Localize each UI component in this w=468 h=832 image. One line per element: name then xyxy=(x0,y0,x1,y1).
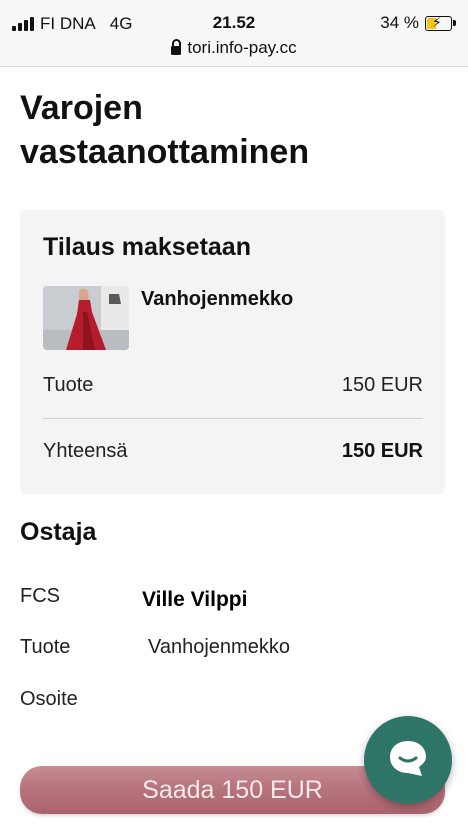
buyer-title: Ostaja xyxy=(20,518,97,546)
address-bar[interactable]: tori.info-pay.cc xyxy=(0,38,468,58)
page-title: Varojen vastaanottaminen xyxy=(20,89,310,171)
status-bar: FI DNA 4G 21.52 34 % ⚡ tori.info-pay.cc xyxy=(0,0,468,67)
divider xyxy=(43,418,423,419)
product-image xyxy=(43,286,129,350)
price-value: 150 EUR xyxy=(341,374,423,396)
total-row: Yhteensä 150 EUR xyxy=(43,440,423,463)
battery-charging-icon: ⚡ xyxy=(425,14,456,31)
buyer-product-value: Vanhojenmekko xyxy=(148,636,290,658)
total-value: 150 EUR xyxy=(341,440,423,462)
order-card: Tilaus maksetaan Vanhojenmekko Tuote 150… xyxy=(20,210,445,494)
chat-button[interactable] xyxy=(364,716,452,804)
buyer-address-label: Osoite xyxy=(20,688,78,710)
order-title: Tilaus maksetaan xyxy=(43,233,251,261)
status-right: 34 % ⚡ xyxy=(380,13,456,33)
battery-percent: 34 % xyxy=(380,13,419,32)
url-text: tori.info-pay.cc xyxy=(187,38,297,57)
total-label: Yhteensä xyxy=(43,440,128,462)
buyer-name-label: FCS xyxy=(20,585,60,607)
buyer-name-value: Ville Vilppi xyxy=(142,588,248,611)
product-name: Vanhojenmekko xyxy=(141,288,294,310)
lock-icon xyxy=(171,38,182,55)
chat-bubble-icon xyxy=(385,736,431,785)
price-label: Tuote xyxy=(43,374,94,396)
price-row: Tuote 150 EUR xyxy=(43,374,423,397)
buyer-product-label: Tuote xyxy=(20,636,71,658)
